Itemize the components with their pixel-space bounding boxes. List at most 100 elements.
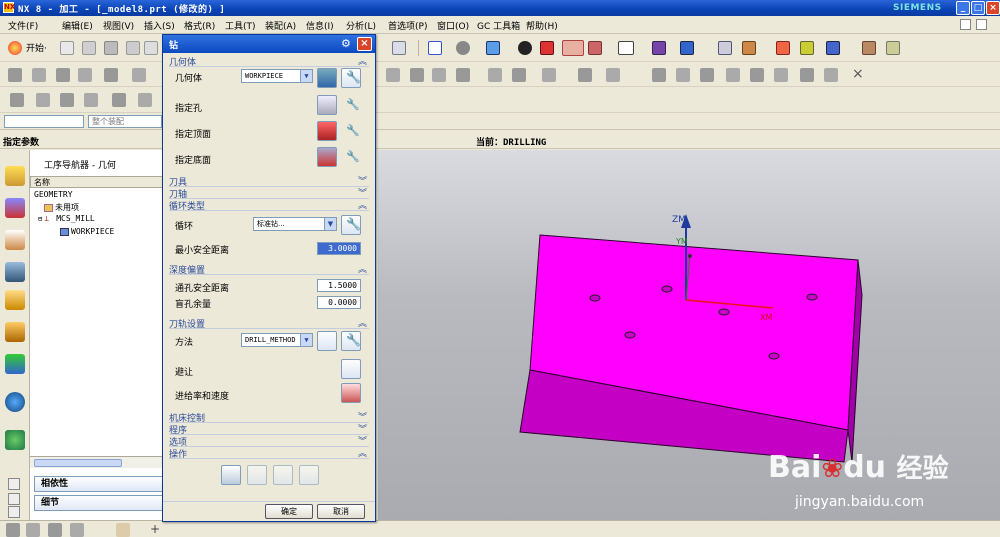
show-top-icon[interactable]: 🔧 [341,121,361,141]
edit-cycle-wrench-icon[interactable]: 🔧 [341,215,361,235]
section-path-settings[interactable]: 刀轨设置 ︽ [169,317,369,330]
save-icon[interactable] [104,41,118,55]
details-panel[interactable]: 细节 [34,495,164,511]
replay-icon[interactable] [247,465,267,485]
print-icon[interactable] [126,41,140,55]
shaded-cube-icon[interactable] [486,41,500,55]
bottom-tool-1-icon[interactable] [6,523,20,537]
cycle-select[interactable]: 标准钻... ▼ [253,217,337,231]
menu-edit[interactable]: 编辑(E) [62,19,93,32]
section-cube-icon[interactable] [588,41,602,55]
menu-analysis[interactable]: 分析(L) [346,19,376,32]
create-tool-icon[interactable] [32,68,46,82]
filter-icon[interactable] [800,41,814,55]
menu-assembly[interactable]: 装配(A) [265,19,296,32]
column-header-name[interactable]: 名称 [30,176,166,188]
navigator-tab-icon[interactable] [5,166,25,186]
geometry-view-icon[interactable] [60,93,74,107]
panel-scroll-end-icon[interactable] [8,506,20,518]
specify-top-icon[interactable] [317,121,337,141]
method-view-icon[interactable] [84,93,98,107]
dialog-close-button[interactable]: × [357,37,372,51]
dependencies-panel[interactable]: 相依性 [34,476,164,492]
tree-item-unused[interactable]: 未用项 [44,202,79,213]
menu-window[interactable]: 窗口(O) [437,19,469,32]
tool-icon[interactable] [742,41,756,55]
specify-bottom-icon[interactable] [317,147,337,167]
clipboard-icon[interactable] [144,41,158,55]
ruler-icon[interactable] [886,41,900,55]
restore-doc-icon[interactable] [960,19,971,30]
layer-icon[interactable] [718,41,732,55]
palette-icon[interactable] [5,354,25,374]
program-view-icon[interactable] [10,93,24,107]
verify-path-icon[interactable] [456,68,470,82]
view-cube-icon[interactable] [680,41,694,55]
verify-icon[interactable] [273,465,293,485]
section-machine-control[interactable]: 机床控制 ︾ [169,411,369,424]
comment-icon[interactable] [138,93,152,107]
start-button[interactable]: 开始· [26,41,47,54]
create-operation-icon[interactable] [104,68,118,82]
tree-item-geometry[interactable]: GEOMETRY [34,190,73,199]
transform-icon[interactable] [578,68,592,82]
edit-geometry-wrench-icon[interactable]: 🔧 [341,68,361,88]
section-program[interactable]: 程序 ︾ [169,423,369,436]
minimize-button[interactable]: _ [956,1,970,15]
list-path-icon[interactable] [432,68,446,82]
section-geometry[interactable]: 几何体 ︽ [169,55,369,68]
menu-file[interactable]: 文件(F) [8,19,38,32]
create-program-icon[interactable] [8,68,22,82]
start-icon[interactable] [8,41,22,55]
scroll-thumb[interactable] [34,459,122,467]
selection-icon[interactable] [392,41,406,55]
edit-object-icon[interactable] [652,68,666,82]
reuse-library-icon[interactable] [5,262,25,282]
generate-path-icon[interactable] [386,68,400,82]
method-select[interactable]: DRILL_METHOD ▼ [241,333,313,347]
view-orient-icon[interactable] [652,41,666,55]
through-clearance-input[interactable]: 1.5000 [317,279,361,292]
flag-icon[interactable] [112,93,126,107]
section-axis[interactable]: 刀轴 ︾ [169,187,369,200]
rename-object-icon[interactable] [774,68,788,82]
close-window-button[interactable]: × [986,1,1000,15]
open-file-icon[interactable] [82,41,96,55]
insert-object-icon[interactable] [750,68,764,82]
menu-gc-toolbox[interactable]: GC 工具箱 [477,19,520,32]
bottom-tool-4-icon[interactable] [70,523,84,537]
menu-tools[interactable]: 工具(T) [225,19,256,32]
bottom-tool-5-icon[interactable] [116,523,130,537]
new-geometry-icon[interactable] [317,68,337,88]
specify-hole-icon[interactable] [317,95,337,115]
plus-icon[interactable]: + [150,523,164,537]
info-object-icon[interactable] [800,68,814,82]
info-window-icon[interactable] [5,392,25,412]
feeds-speeds-icon[interactable] [341,383,361,403]
show-hole-icon[interactable]: 🔧 [341,95,361,115]
list-icon[interactable] [299,465,319,485]
web-browser-icon[interactable] [5,430,25,450]
generate-icon[interactable] [221,465,241,485]
assembly-scope-combo[interactable]: 整个装配 [88,115,162,128]
edit-method-wrench-icon[interactable]: 🔧 [341,331,361,351]
close-doc-icon[interactable] [976,19,987,30]
render-style-icon[interactable] [456,41,470,55]
cut-object-icon[interactable] [676,68,690,82]
section-actions[interactable]: 操作 ︽ [169,447,369,460]
geometry-select[interactable]: WORKPIECE ▼ [241,69,313,83]
copy-object-icon[interactable] [700,68,714,82]
selection-priority-icon[interactable] [826,41,840,55]
paste-object-icon[interactable] [726,68,740,82]
menu-format[interactable]: 格式(R) [184,19,215,32]
snap-icon[interactable] [776,41,790,55]
active-render-icon[interactable] [562,40,584,56]
create-geometry-icon[interactable] [56,68,70,82]
blind-stock-input[interactable]: 0.0000 [317,296,361,309]
maximize-button[interactable]: □ [971,1,985,15]
measure-icon[interactable] [862,41,876,55]
shop-doc-icon[interactable] [542,68,556,82]
tree-item-mcs-mill[interactable]: ⊟ ⊥ MCS_MILL [38,214,95,223]
menu-help[interactable]: 帮助(H) [526,19,558,32]
show-bottom-icon[interactable]: 🔧 [341,147,361,167]
